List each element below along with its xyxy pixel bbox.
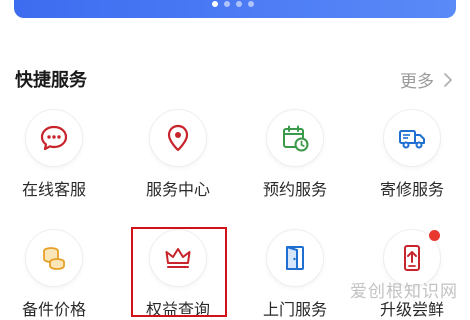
tile-icon <box>26 110 82 166</box>
tile-online-support[interactable]: 在线客服 <box>0 110 109 200</box>
tile-icon <box>267 110 323 166</box>
banner-carousel[interactable] <box>0 0 470 22</box>
truck-icon <box>399 130 425 149</box>
more-label: 更多 <box>400 72 434 92</box>
chat-bubble-icon <box>40 125 68 151</box>
tile-mail-in-repair[interactable]: 寄修服务 <box>357 110 467 200</box>
tile-label: 服务中心 <box>145 180 210 199</box>
tile-label: 寄修服务 <box>379 180 444 199</box>
carousel-indicator <box>212 1 254 7</box>
tile-label: 备件价格 <box>21 300 86 319</box>
location-pin-icon <box>167 124 189 152</box>
tile-label: 在线客服 <box>21 180 86 199</box>
calendar-clock-icon <box>283 125 309 152</box>
more-link[interactable]: 更多 <box>400 67 456 92</box>
phone-upgrade-icon <box>404 245 420 271</box>
section-title: 快捷服务 <box>15 70 87 91</box>
selection-highlight <box>131 227 227 317</box>
door-icon <box>286 246 304 270</box>
carousel-dot-3[interactable] <box>236 1 242 7</box>
tile-icon <box>267 230 323 286</box>
tile-icon <box>384 110 440 166</box>
tile-upgrade-preview[interactable]: 升级尝鲜 <box>357 230 467 320</box>
tile-service-center[interactable]: 服务中心 <box>123 110 233 200</box>
carousel-dot-2[interactable] <box>224 1 230 7</box>
coins-stack-icon <box>43 247 65 270</box>
tile-appointment[interactable]: 预约服务 <box>240 110 350 200</box>
watermark: 爱创根知识网 <box>350 282 458 302</box>
tile-icon <box>150 110 206 166</box>
tile-parts-price[interactable]: 备件价格 <box>0 230 109 320</box>
notification-dot <box>429 230 440 241</box>
tile-onsite-service[interactable]: 上门服务 <box>240 230 350 320</box>
chevron-right-icon <box>444 72 452 87</box>
tile-icon <box>26 230 82 286</box>
tile-label: 预约服务 <box>262 180 327 199</box>
tile-label: 上门服务 <box>262 300 327 319</box>
carousel-dot-1[interactable] <box>212 1 218 7</box>
carousel-dot-4[interactable] <box>248 1 254 7</box>
